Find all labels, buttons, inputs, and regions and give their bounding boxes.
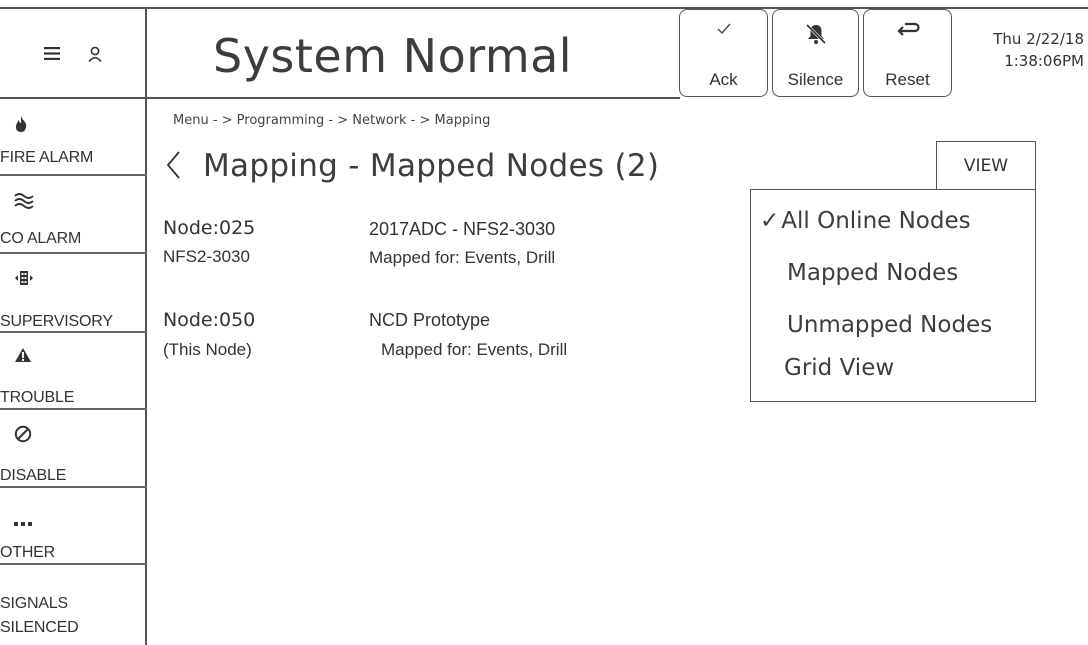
reset-label: Reset	[885, 70, 930, 89]
waves-icon	[14, 192, 34, 214]
menu-item-all-online-nodes[interactable]: ✓All Online Nodes	[760, 208, 971, 234]
supervisory-icon	[14, 268, 34, 292]
time-text: 1:38:06PM	[1004, 52, 1084, 70]
node-type: NFS2-3030	[163, 247, 250, 266]
sidebar-item-supervisory[interactable]: SUPERVISORY	[0, 254, 146, 330]
menu-item-label: Mapped Nodes	[787, 260, 959, 286]
back-chevron-icon[interactable]	[165, 150, 181, 184]
sidebar-item-label: OTHER	[0, 544, 56, 561]
silence-label: Silence	[787, 70, 844, 89]
bell-muted-icon	[773, 22, 858, 46]
menu-item-grid-view[interactable]: Grid View	[784, 355, 894, 381]
menu-item-label: All Online Nodes	[781, 208, 971, 234]
checkmark-icon	[680, 22, 767, 36]
silence-button[interactable]: Silence	[772, 9, 859, 97]
sidebar-item-label-line1: SIGNALS	[0, 595, 68, 612]
node-name: NCD Prototype	[369, 310, 491, 330]
sidebar-item-trouble[interactable]: TROUBLE	[0, 333, 146, 409]
hamburger-menu-icon[interactable]	[44, 47, 60, 60]
node-mapped-for: Mapped for: Events, Drill	[369, 248, 556, 267]
menu-item-mapped-nodes[interactable]: Mapped Nodes	[787, 260, 958, 286]
sidebar-item-label: DISABLE	[0, 467, 67, 484]
return-arrow-icon	[864, 22, 951, 40]
menu-item-label: Grid View	[784, 355, 895, 381]
date-text: Thu 2/22/18	[993, 30, 1084, 48]
sidebar-item-signals-silenced[interactable]: SIGNALS SILENCED	[0, 565, 146, 645]
menu-item-unmapped-nodes[interactable]: Unmapped Nodes	[787, 312, 992, 338]
node-type: (This Node)	[163, 340, 252, 359]
sidebar-item-label: TROUBLE	[0, 389, 75, 406]
ack-label: Ack	[709, 70, 738, 89]
top-left-controls	[0, 8, 146, 99]
user-icon[interactable]	[88, 46, 102, 62]
ack-button[interactable]: Ack	[679, 9, 768, 97]
sidebar-item-label: CO ALARM	[0, 230, 82, 247]
view-dropdown-menu: ✓All Online Nodes Mapped Nodes Unmapped …	[750, 189, 1036, 402]
node-id: Node:025	[163, 217, 256, 239]
node-name: 2017ADC - NFS2-3030	[369, 219, 556, 239]
page-title: Mapping - Mapped Nodes (2)	[203, 148, 660, 184]
sidebar-item-label: SUPERVISORY	[0, 313, 113, 330]
node-id: Node:050	[163, 309, 256, 331]
system-status-title: System Normal	[213, 29, 573, 83]
sidebar-item-disable[interactable]: DISABLE	[0, 410, 146, 486]
sidebar-item-other[interactable]: OTHER	[0, 488, 146, 564]
date-time: Thu 2/22/18 1:38:06PM	[993, 28, 1084, 72]
sidebar-item-co-alarm[interactable]: CO ALARM	[0, 176, 146, 252]
sidebar-item-fire-alarm[interactable]: FIRE ALARM	[0, 99, 146, 175]
sidebar-item-label: FIRE ALARM	[0, 149, 94, 166]
view-button[interactable]: VIEW	[936, 141, 1036, 190]
reset-button[interactable]: Reset	[863, 9, 952, 97]
breadcrumb: Menu - > Programming - > Network - > Map…	[173, 113, 491, 128]
warning-icon	[14, 347, 32, 367]
disable-icon	[14, 425, 32, 447]
sidebar-item-label-line2: SILENCED	[0, 619, 79, 636]
node-mapped-for: Mapped for: Events, Drill	[381, 340, 568, 359]
selected-check-icon: ✓	[760, 208, 780, 234]
more-icon	[14, 512, 32, 531]
menu-item-label: Unmapped Nodes	[787, 312, 993, 338]
flame-icon	[14, 115, 28, 137]
